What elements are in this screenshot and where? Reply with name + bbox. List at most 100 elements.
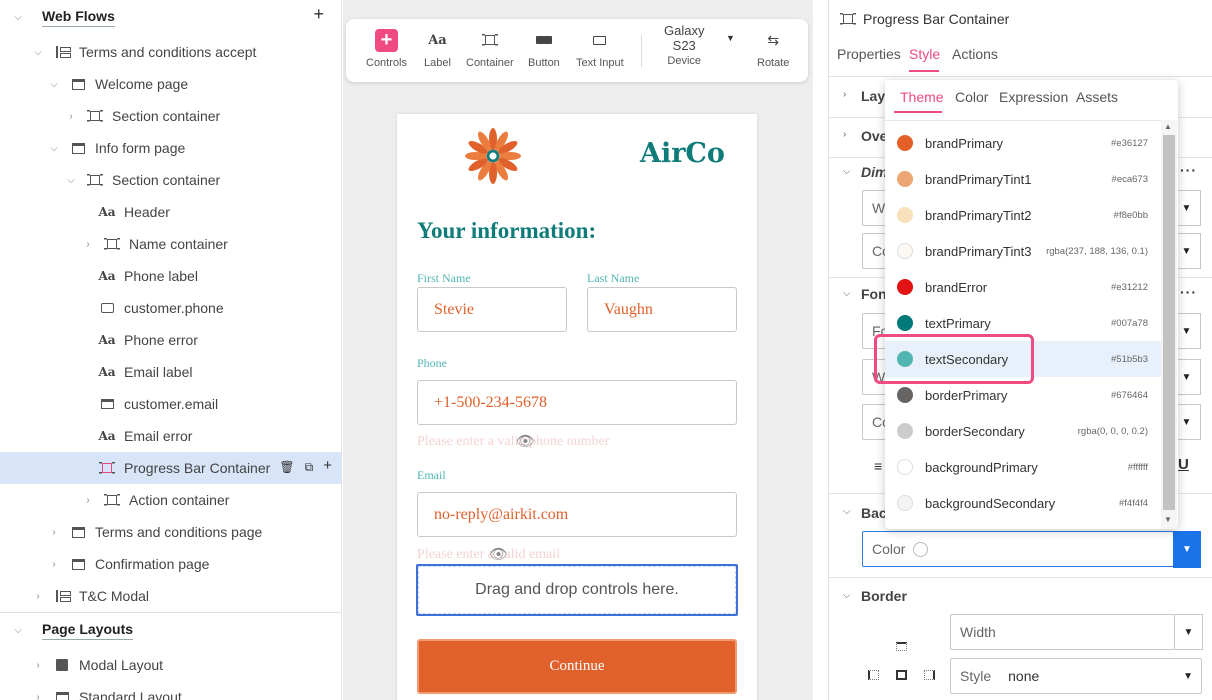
tree-item-email-error[interactable]: Aa Email error [0,420,341,452]
tree-item-tc-modal[interactable]: › T&C Modal [0,580,341,612]
caret-down-icon[interactable]: ▼ [726,33,735,43]
button-control-button[interactable]: Button [528,29,560,69]
first-name-field[interactable]: Stevie [417,287,567,332]
tree-item-label: Phone error [124,332,198,348]
tab-theme[interactable]: Theme [900,89,944,105]
border-all-icon[interactable] [896,670,907,680]
chevron-down-icon[interactable]: ⌵ [13,625,23,636]
tree-item-standard-layout[interactable]: › Standard Layout [0,681,341,700]
tree-item-customer-email[interactable]: customer.email [0,388,341,420]
border-top-icon[interactable] [896,642,907,651]
add-flow-icon[interactable]: + [313,4,324,25]
email-field[interactable]: no-reply@airkit.com [417,492,737,537]
tree-section-page-layouts[interactable]: ⌵ Page Layouts [0,614,341,646]
device-select[interactable]: Galaxy S23 Device [664,23,704,67]
scroll-down-icon[interactable]: ▼ [1164,515,1172,524]
container-control-button[interactable]: Container [466,29,514,69]
chevron-down-icon[interactable]: ⌵ [66,175,76,186]
chevron-right-icon[interactable]: › [83,495,93,506]
border-left-icon[interactable] [868,670,879,680]
scrollbar-thumb[interactable] [1163,135,1175,510]
add-icon[interactable]: + [323,457,332,475]
tree-item-confirmation-page[interactable]: › Confirmation page [0,548,341,580]
form-heading[interactable]: Your information: [417,218,596,244]
chevron-down-icon[interactable]: ⌵ [49,79,59,90]
border-right-icon[interactable] [924,670,935,680]
tab-properties[interactable]: Properties [837,46,901,62]
tab-color[interactable]: Color [955,89,988,105]
border-width-dropdown[interactable]: ▼ [1175,614,1203,650]
chevron-right-icon[interactable]: › [33,591,43,602]
more-options-icon[interactable]: ··· [1180,284,1197,300]
color-option-brandError[interactable]: brandError #e31212 [885,269,1161,305]
tree-item-email-label[interactable]: Aa Email label [0,356,341,388]
last-name-label[interactable]: Last Name [587,271,639,286]
tab-actions[interactable]: Actions [952,46,998,62]
continue-button[interactable]: Continue [417,639,737,694]
tree-item-phone-label[interactable]: Aa Phone label [0,260,341,292]
phone-error-text[interactable]: Please enter a valid phone number [417,434,609,450]
chevron-right-icon[interactable]: › [49,527,59,538]
progress-bar-dropzone[interactable]: Drag and drop controls here. [416,564,738,616]
chevron-right-icon[interactable]: › [33,692,43,700]
tab-style[interactable]: Style [909,46,940,62]
text-input-control-button[interactable]: Text Input [576,29,624,69]
chevron-down-icon[interactable]: ⌵ [843,166,851,177]
color-option-brandPrimary[interactable]: brandPrimary #e36127 [885,125,1161,161]
label-control-button[interactable]: Aa Label [424,29,451,70]
chevron-right-icon[interactable]: › [33,660,43,671]
chevron-down-icon[interactable]: ⌵ [49,143,59,154]
align-left-icon[interactable]: ≡ [874,458,882,474]
chevron-right-icon[interactable]: › [83,239,93,250]
color-option-brandPrimaryTint1[interactable]: brandPrimaryTint1 #eca673 [885,161,1161,197]
tree-item-name-container[interactable]: › Name container [0,228,341,260]
tree-item-progress-bar-container[interactable]: Progress Bar Container 🗑 ⧉ + [0,452,341,484]
border-style-select[interactable]: Style none ▼ [950,658,1202,694]
duplicate-icon[interactable]: ⧉ [305,460,314,475]
first-name-label[interactable]: First Name [417,271,471,286]
tree-item-info-form-page[interactable]: ⌵ Info form page [0,132,341,164]
chevron-down-icon[interactable]: ⌵ [843,590,851,601]
color-option-brandPrimaryTint2[interactable]: brandPrimaryTint2 #f8e0bb [885,197,1161,233]
border-style-label: Style [960,668,992,684]
phone-field[interactable]: +1-500-234-5678 [417,380,737,425]
chevron-right-icon[interactable]: › [49,559,59,570]
phone-label[interactable]: Phone [417,356,447,371]
color-option-borderSecondary[interactable]: borderSecondary rgba(0, 0, 0, 0.2) [885,413,1161,449]
chevron-right-icon[interactable]: › [66,111,76,122]
trash-icon[interactable]: 🗑 [279,460,294,475]
tab-assets[interactable]: Assets [1076,89,1118,105]
tree-item-terms-flow[interactable]: ⌵ Terms and conditions accept [0,36,341,68]
chevron-down-icon[interactable]: ⌵ [13,12,23,23]
color-option-backgroundSecondary[interactable]: backgroundSecondary #f4f4f4 [885,485,1161,521]
tree-item-section-container[interactable]: ⌵ Section container [0,164,341,196]
label-icon: Aa [98,333,116,347]
border-width-input[interactable]: Width [950,614,1175,650]
controls-button[interactable]: + Controls [366,28,407,69]
tree-item-header[interactable]: Aa Header [0,196,341,228]
underline-icon[interactable]: U [1178,456,1189,473]
chevron-right-icon[interactable]: › [843,129,846,140]
background-color-input[interactable]: Color [862,531,1174,567]
chevron-right-icon[interactable]: › [843,89,846,100]
chevron-down-icon[interactable]: ⌵ [843,288,851,299]
chevron-down-icon[interactable]: ⌵ [33,47,43,58]
chevron-down-icon[interactable]: ⌵ [843,506,851,517]
color-option-brandPrimaryTint3[interactable]: brandPrimaryTint3 rgba(237, 188, 136, 0.1… [885,233,1161,269]
tree-section-web-flows[interactable]: ⌵ Web Flows + [0,1,341,33]
rotate-button[interactable]: ⇆ Rotate [757,29,789,70]
tab-expression[interactable]: Expression [999,89,1068,105]
tree-item-section-container[interactable]: › Section container [0,100,341,132]
more-options-icon[interactable]: ··· [1180,162,1197,178]
tree-item-terms-page[interactable]: › Terms and conditions page [0,516,341,548]
background-color-dropdown[interactable]: ▼ [1173,531,1201,568]
tree-item-phone-error[interactable]: Aa Phone error [0,324,341,356]
last-name-field[interactable]: Vaughn [587,287,737,332]
tree-item-modal-layout[interactable]: › Modal Layout [0,649,341,681]
color-option-backgroundPrimary[interactable]: backgroundPrimary #ffffff [885,449,1161,485]
tree-item-welcome-page[interactable]: ⌵ Welcome page [0,68,341,100]
tree-item-action-container[interactable]: › Action container [0,484,341,516]
scroll-up-icon[interactable]: ▲ [1164,122,1172,131]
tree-item-customer-phone[interactable]: customer.phone [0,292,341,324]
email-label[interactable]: Email [417,468,446,483]
